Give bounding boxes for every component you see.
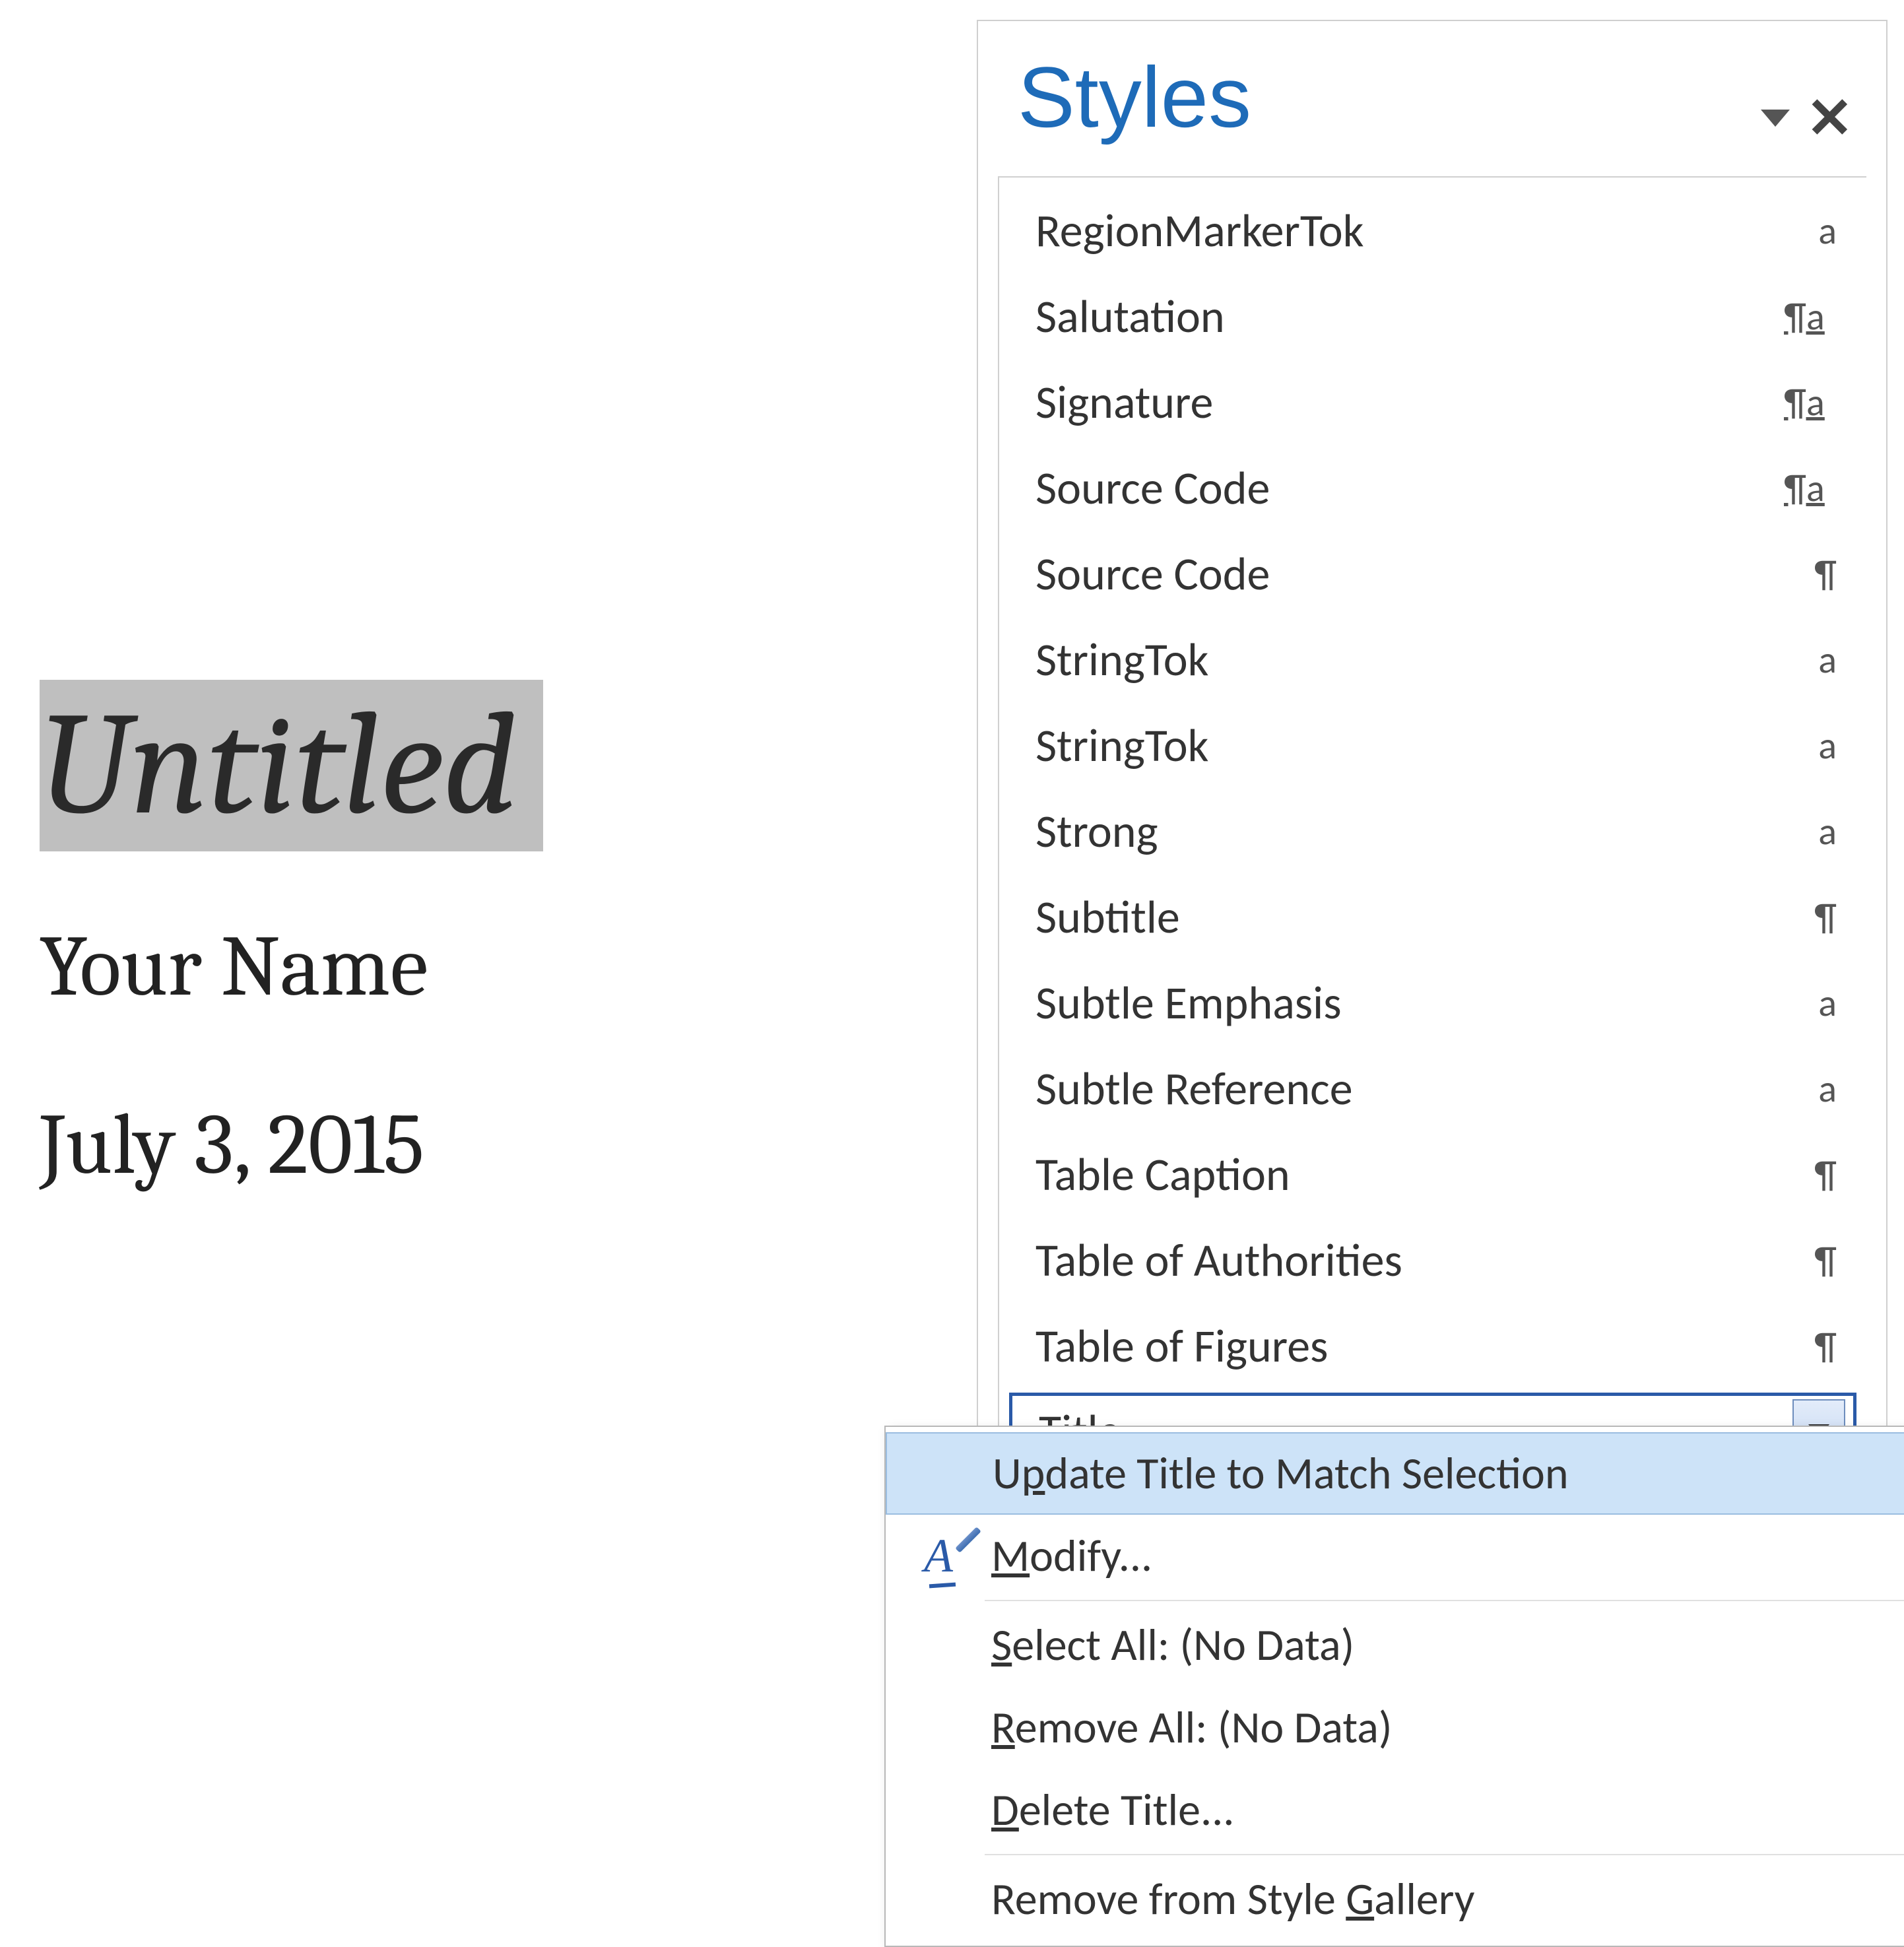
style-row[interactable]: StringTok — [999, 702, 1866, 788]
style-name: Subtle Emphasis — [1035, 974, 1342, 1031]
style-type-icon — [1784, 465, 1837, 512]
pencil-icon: A — [886, 1529, 991, 1583]
menu-item-label: Update Title to Match Selection — [993, 1446, 1569, 1501]
style-type-icon — [1784, 1151, 1837, 1198]
style-name: Table of Authorities — [1035, 1232, 1402, 1288]
style-row[interactable]: Salutation — [999, 273, 1866, 359]
menu-item-label: Remove All: (No Data) — [991, 1700, 1393, 1755]
menu-item[interactable]: Select All: (No Data) — [886, 1604, 1904, 1686]
style-name: Strong — [1035, 803, 1158, 859]
menu-item-label: Modify... — [991, 1529, 1152, 1583]
style-row[interactable]: Subtle Reference — [999, 1045, 1866, 1131]
style-name: Salutation — [1035, 288, 1225, 345]
document-area: Untitled Your Name July 3, 2015 — [40, 680, 766, 1195]
styles-pane: Styles ✕ RegionMarkerTok Salutation Signat… — [977, 20, 1888, 1471]
menu-item[interactable]: Delete Title... — [886, 1769, 1904, 1851]
dropdown-icon[interactable] — [1761, 110, 1790, 127]
style-type-icon — [1784, 979, 1837, 1026]
style-name: RegionMarkerTok — [1035, 202, 1364, 259]
styles-pane-header: Styles ✕ — [998, 41, 1866, 176]
style-name: Table Caption — [1035, 1146, 1290, 1203]
style-type-icon — [1784, 1237, 1837, 1284]
style-row[interactable]: Table of Authorities — [999, 1217, 1866, 1303]
styles-pane-title: Styles — [1018, 48, 1251, 147]
style-context-menu: Update Title to Match SelectionAModify..… — [884, 1426, 1904, 1947]
style-row[interactable]: Source Code — [999, 531, 1866, 616]
menu-separator — [985, 1854, 1904, 1855]
menu-item[interactable]: AModify... — [886, 1515, 1904, 1597]
styles-list: RegionMarkerTok Salutation Signature Source… — [998, 176, 1866, 1470]
menu-item[interactable]: Remove from Style Gallery — [886, 1858, 1904, 1940]
document-author[interactable]: Your Name — [40, 917, 766, 1016]
document-date[interactable]: July 3, 2015 — [40, 1096, 766, 1195]
style-name: Table of Figures — [1035, 1317, 1328, 1374]
style-row[interactable]: Table of Figures — [999, 1303, 1866, 1389]
style-row[interactable]: Source Code — [999, 445, 1866, 531]
style-name: StringTok — [1035, 631, 1208, 688]
styles-pane-controls: ✕ — [1761, 90, 1853, 147]
menu-separator — [985, 1600, 1904, 1601]
style-row[interactable]: Subtitle — [999, 874, 1866, 960]
style-type-icon — [1784, 894, 1837, 940]
style-type-icon — [1784, 636, 1837, 683]
style-name: Signature — [1035, 374, 1213, 430]
style-type-icon — [1784, 550, 1837, 597]
title-selection-highlight[interactable]: Untitled — [40, 680, 543, 851]
menu-item-label: Select All: (No Data) — [991, 1618, 1354, 1672]
style-row[interactable]: StringTok — [999, 616, 1866, 702]
style-name: Source Code — [1035, 545, 1270, 602]
style-name: Subtitle — [1035, 888, 1180, 945]
menu-item[interactable]: Remove All: (No Data) — [886, 1686, 1904, 1769]
style-row[interactable]: Strong — [999, 788, 1866, 874]
style-type-icon — [1784, 293, 1837, 340]
style-type-icon — [1784, 808, 1837, 855]
document-title[interactable]: Untitled — [40, 693, 517, 838]
style-type-icon — [1784, 1323, 1837, 1370]
style-type-icon — [1784, 722, 1837, 769]
style-type-icon — [1784, 1065, 1837, 1112]
menu-item-label: Remove from Style Gallery — [991, 1872, 1475, 1927]
style-name: Subtle Reference — [1035, 1060, 1353, 1117]
menu-item-label: Delete Title... — [991, 1783, 1234, 1837]
close-icon[interactable]: ✕ — [1806, 90, 1853, 147]
style-name: Source Code — [1035, 459, 1270, 516]
style-row[interactable]: Table Caption — [999, 1131, 1866, 1217]
style-row[interactable]: RegionMarkerTok — [999, 187, 1866, 273]
style-row[interactable]: Subtle Emphasis — [999, 960, 1866, 1045]
menu-item[interactable]: Update Title to Match Selection — [886, 1432, 1904, 1515]
style-name: StringTok — [1035, 717, 1208, 774]
style-row[interactable]: Signature — [999, 359, 1866, 445]
style-type-icon — [1784, 207, 1837, 254]
style-type-icon — [1784, 379, 1837, 426]
